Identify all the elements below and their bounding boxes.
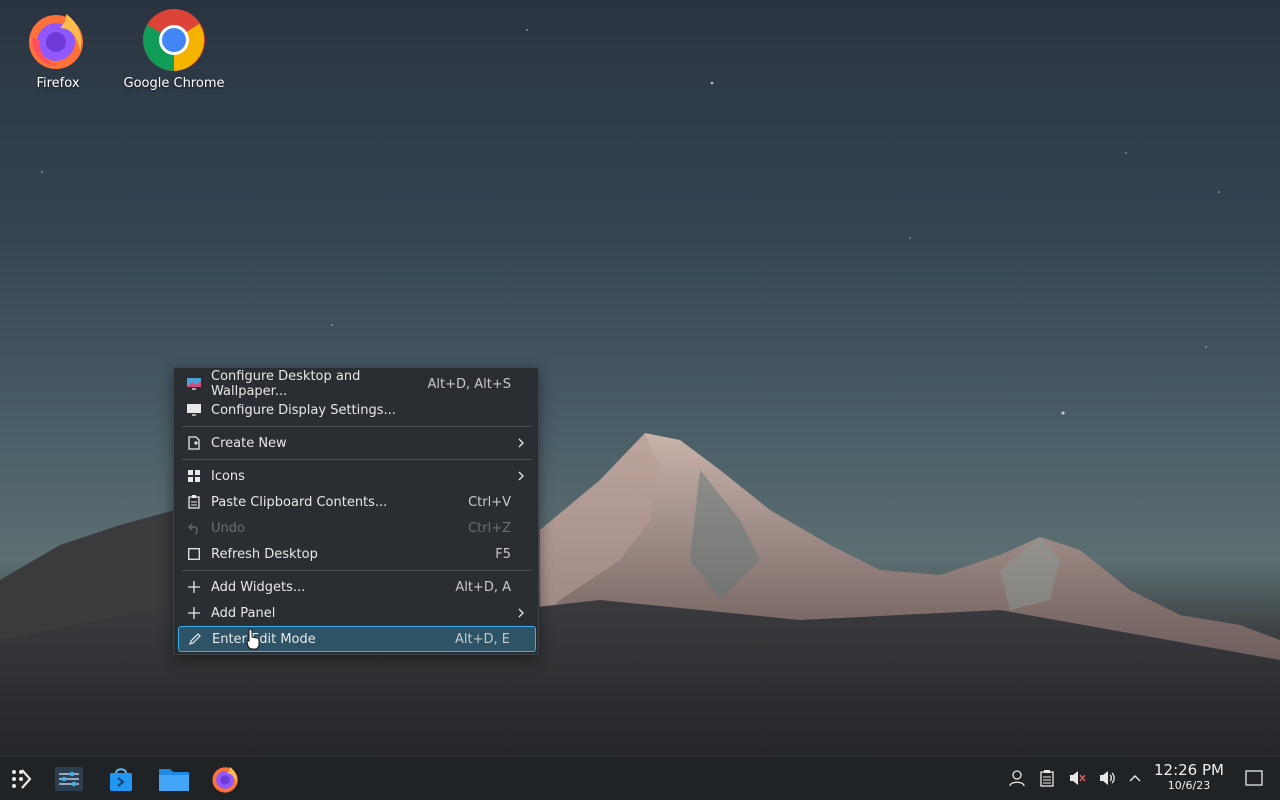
desktop-icon-label: Firefox [36,76,80,91]
application-launcher-icon[interactable] [3,761,39,797]
menu-item-create-new[interactable]: Create New [178,431,536,455]
menu-item-undo: Undo Ctrl+Z [178,516,536,540]
plus-icon [186,579,202,595]
menu-item-add-panel[interactable]: Add Panel [178,601,536,625]
menu-item-refresh[interactable]: Refresh Desktop F5 [178,542,536,566]
display-icon [186,402,202,418]
volume-icon[interactable] [1096,767,1118,789]
chevron-right-icon [516,435,526,451]
mouse-cursor-icon [246,628,260,654]
menu-item-configure-desktop[interactable]: Configure Desktop and Wallpaper... Alt+D… [178,369,536,399]
taskbar: 12:26 PM 10/6/23 [0,756,1280,800]
clipboard-icon[interactable] [1036,767,1058,789]
clock-time: 12:26 PM [1154,761,1224,779]
file-manager-icon[interactable] [156,761,192,797]
menu-item-icons[interactable]: Icons [178,464,536,488]
desktop-icon-chrome[interactable]: Google Chrome [119,8,229,91]
undo-icon [186,520,202,536]
muted-speaker-icon[interactable] [1066,767,1088,789]
wallpaper-settings-icon [186,376,202,392]
show-desktop-icon[interactable] [1243,767,1265,789]
firefox-icon [26,8,90,72]
discover-store-icon[interactable] [103,761,139,797]
refresh-icon [186,546,202,562]
menu-separator [182,459,532,460]
chevron-right-icon [516,605,526,621]
firefox-icon[interactable] [208,761,244,797]
desktop-context-menu: Configure Desktop and Wallpaper... Alt+D… [173,367,539,655]
desktop-icon-firefox[interactable]: Firefox [3,8,113,91]
clock-date: 10/6/23 [1167,779,1211,792]
icons-grid-icon [186,468,202,484]
clock[interactable]: 12:26 PM 10/6/23 [1146,761,1232,793]
menu-item-paste[interactable]: Paste Clipboard Contents... Ctrl+V [178,490,536,514]
clipboard-icon [186,494,202,510]
menu-separator [182,426,532,427]
pencil-icon [187,631,203,647]
user-icon[interactable] [1006,767,1028,789]
menu-item-configure-display[interactable]: Configure Display Settings... [178,398,536,422]
new-document-icon [186,435,202,451]
chevron-up-icon[interactable] [1124,767,1146,789]
desktop-icon-label: Google Chrome [123,76,225,91]
menu-item-enter-edit-mode[interactable]: Enter Edit Mode Alt+D, E [178,626,536,652]
chrome-icon [142,8,206,72]
chevron-right-icon [516,468,526,484]
settings-icon[interactable] [51,761,87,797]
menu-separator [182,570,532,571]
menu-item-add-widgets[interactable]: Add Widgets... Alt+D, A [178,575,536,599]
plus-icon [186,605,202,621]
